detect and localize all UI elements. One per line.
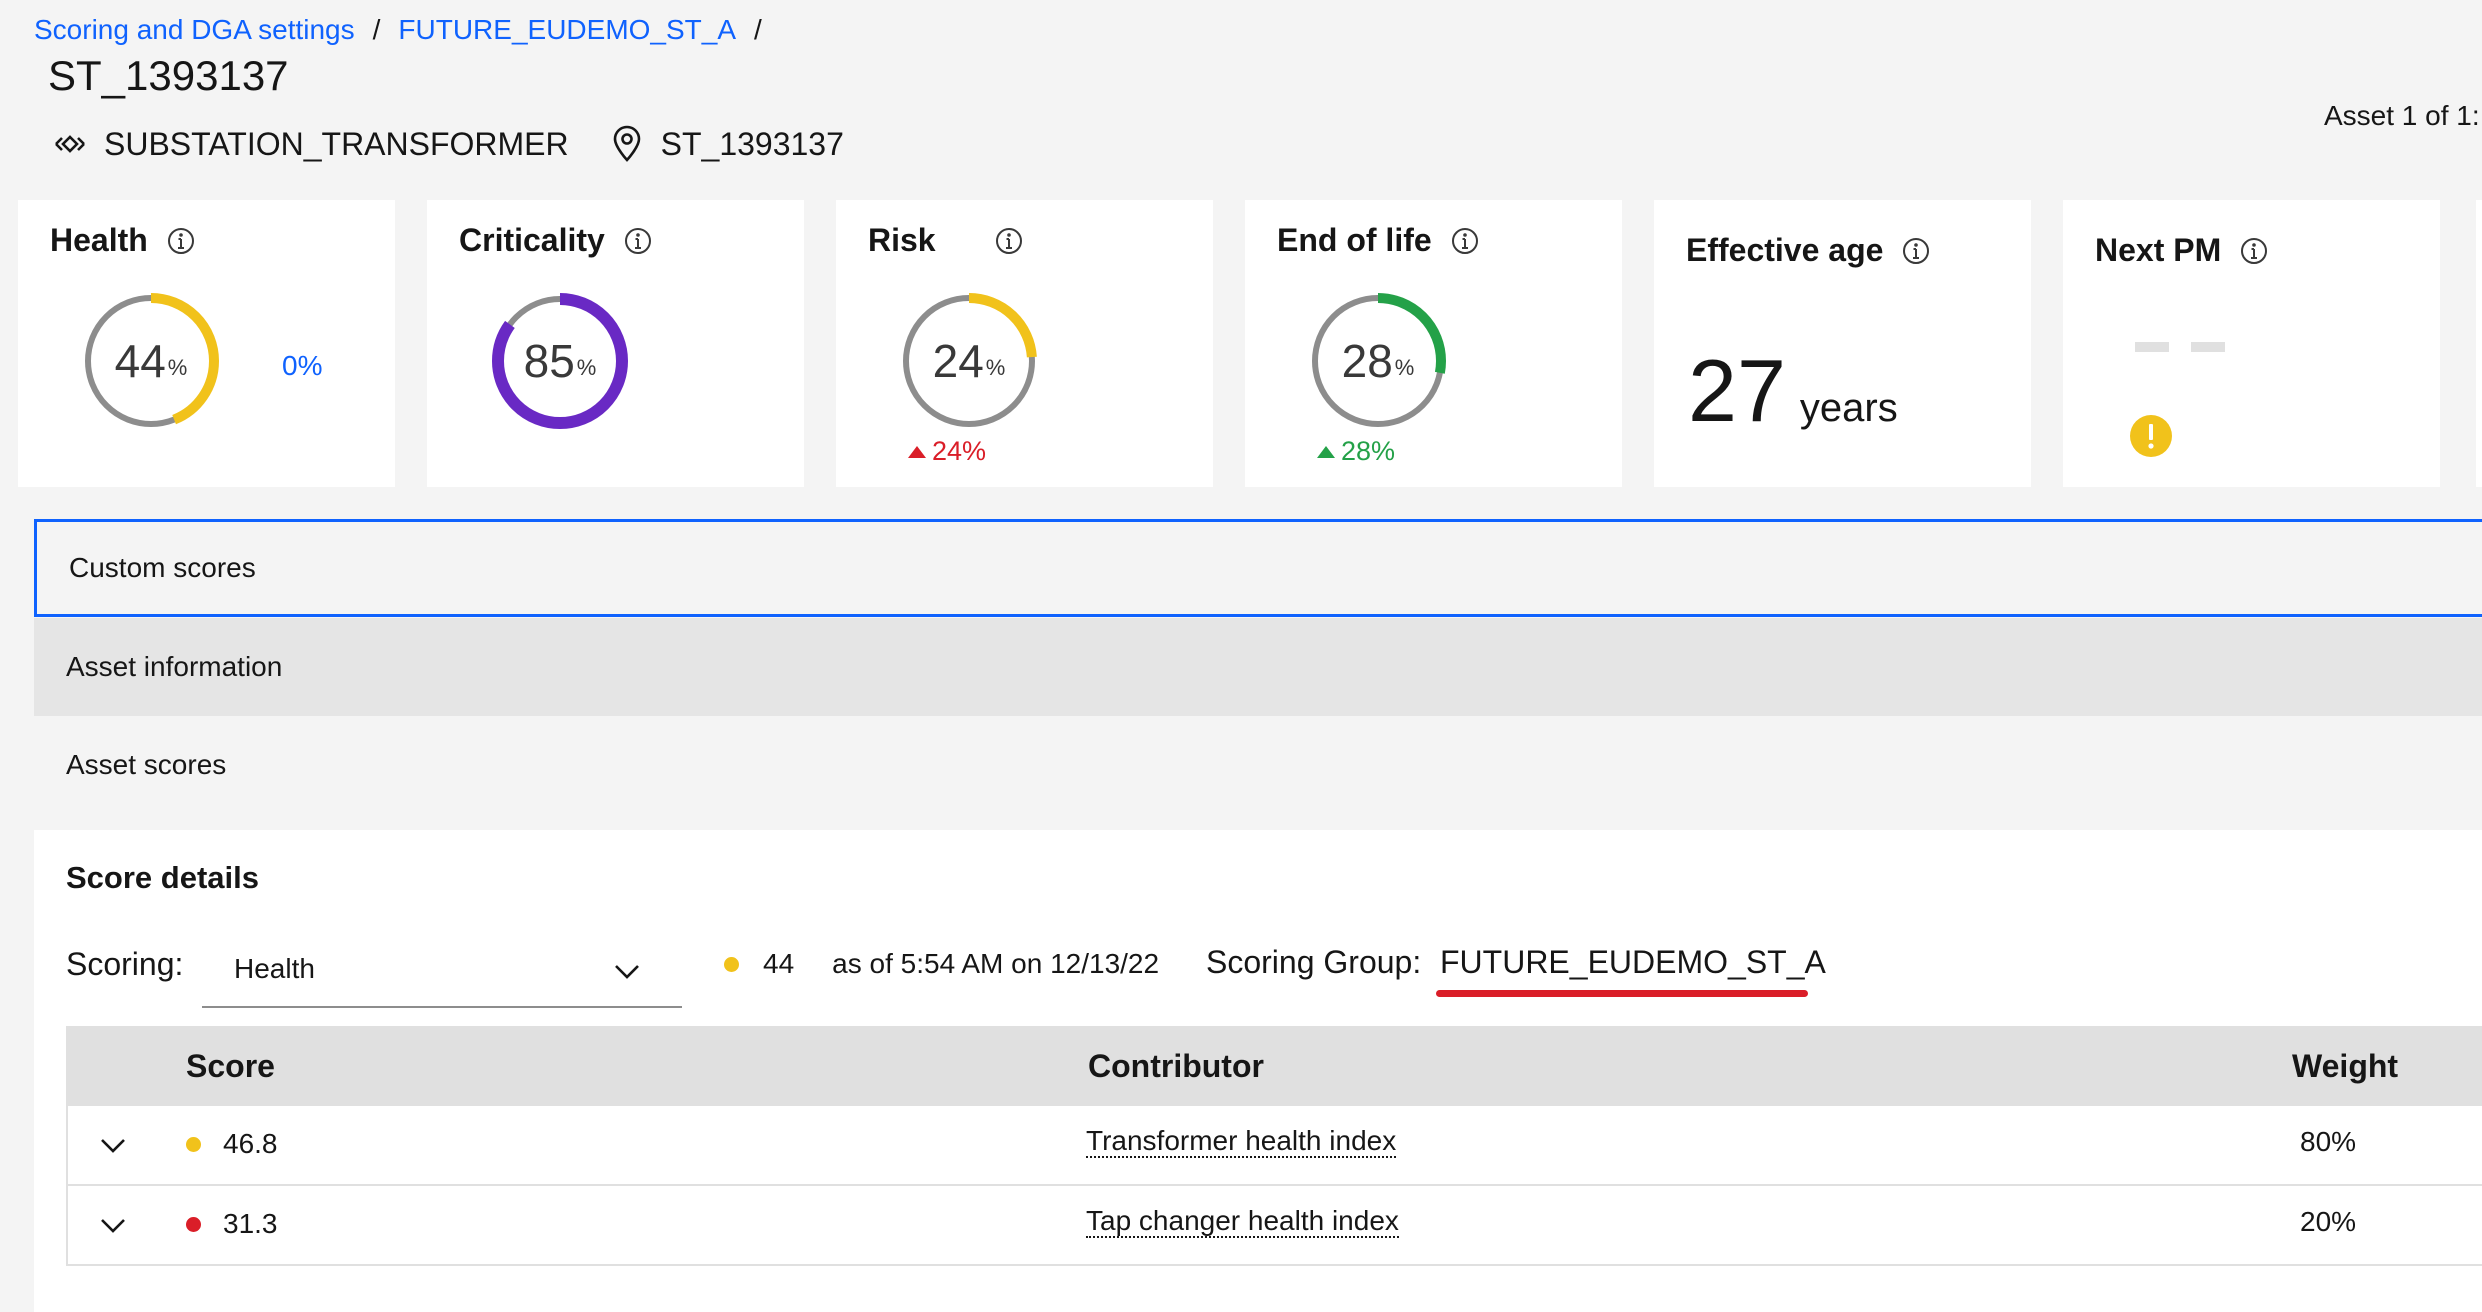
score-details-title: Score details [66, 860, 259, 895]
end-of-life-card: End of life 28% 28% [1245, 200, 1622, 487]
effective-age-unit: years [1799, 386, 1898, 430]
asset-information-section[interactable]: Asset information [34, 618, 2482, 716]
score-contributors-table: Score Contributor Weight 46.8 Transforme… [66, 1026, 2482, 1266]
expand-row-chevron-icon[interactable] [98, 1210, 128, 1240]
column-header-contributor[interactable]: Contributor [1088, 1048, 1264, 1085]
asset-type: SUBSTATION_TRANSFORMER [104, 125, 569, 162]
score-details-panel: Score details Scoring: Health 44 as of 5… [34, 830, 2482, 1312]
next-pm-title: Next PM [2095, 232, 2222, 268]
score-status-dot [724, 956, 739, 972]
scoring-group-value: FUTURE_EUDEMO_ST_A [1440, 944, 1826, 980]
criticality-card: Criticality 85% [427, 200, 804, 487]
next-pm-empty-value [2135, 342, 2225, 352]
risk-gauge: 24% [900, 292, 1038, 430]
asset-type-icon [50, 124, 90, 164]
risk-title: Risk [868, 222, 936, 258]
table-row: 31.3 Tap changer health index 20% [66, 1186, 2482, 1266]
row-score: 46.8 [223, 1128, 278, 1159]
table-header: Score Contributor Weight [66, 1026, 2482, 1106]
risk-delta: 24% [908, 436, 986, 467]
health-change: 0% [282, 350, 323, 381]
current-score: 44 as of 5:54 AM on 12/13/22 [724, 948, 1159, 980]
custom-scores-section[interactable]: Custom scores [34, 519, 2482, 617]
page-title: ST_1393137 [48, 52, 289, 99]
effective-age-title: Effective age [1686, 232, 1884, 268]
breadcrumb-separator: / [372, 14, 381, 45]
end-of-life-value: 28 [1341, 335, 1393, 387]
criticality-title: Criticality [459, 222, 605, 258]
next-card-edge [2476, 200, 2482, 487]
row-weight: 20% [2300, 1206, 2357, 1237]
effective-age-value: 27 years [1688, 340, 1898, 442]
risk-value: 24 [932, 335, 984, 387]
row-weight: 80% [2300, 1126, 2357, 1157]
expand-row-chevron-icon[interactable] [98, 1130, 128, 1160]
health-card: Health 44% 0% [18, 200, 395, 487]
health-gauge: 44% [82, 292, 220, 430]
end-of-life-delta: 28% [1317, 436, 1395, 467]
arrow-up-icon [1317, 445, 1335, 458]
breadcrumb-link-scoring-group[interactable]: FUTURE_EUDEMO_ST_A [398, 14, 736, 46]
table-row: 46.8 Transformer health index 80% [66, 1106, 2482, 1186]
warning-icon [2129, 414, 2173, 458]
asset-scores-section[interactable]: Asset scores [34, 716, 2482, 814]
scoring-group-label: Scoring Group: [1206, 944, 1422, 980]
end-of-life-gauge: 28% [1309, 292, 1447, 430]
scoring-selected-value: Health [234, 953, 315, 984]
effective-age-number: 27 [1688, 341, 1786, 440]
arrow-up-icon [908, 445, 926, 458]
end-of-life-title: End of life [1277, 222, 1432, 258]
contributor-link[interactable]: Tap changer health index [1086, 1206, 1399, 1238]
score-status-dot [186, 1216, 201, 1232]
breadcrumb-link-scoring-settings[interactable]: Scoring and DGA settings [34, 14, 355, 46]
effective-age-card: Effective age 27 years [1654, 200, 2031, 487]
kpi-cards: Health 44% 0% Criticality 85% Risk 24% 2… [18, 200, 2440, 487]
health-title: Health [50, 222, 148, 258]
info-icon[interactable] [994, 226, 1024, 256]
info-icon[interactable] [623, 226, 653, 256]
asset-location: ST_1393137 [660, 125, 844, 162]
risk-card: Risk 24% 24% [836, 200, 1213, 487]
column-header-score[interactable]: Score [186, 1048, 275, 1085]
row-score: 31.3 [223, 1208, 278, 1239]
asset-pagination: Asset 1 of 1: [2324, 100, 2480, 131]
criticality-gauge: 85% [491, 292, 629, 430]
score-timestamp: as of 5:54 AM on 12/13/22 [832, 948, 1160, 979]
breadcrumb-separator: / [754, 14, 762, 45]
location-icon [607, 124, 647, 164]
health-value: 44 [114, 335, 166, 387]
breadcrumb: Scoring and DGA settings / FUTURE_EUDEMO… [34, 14, 762, 46]
info-icon[interactable] [2239, 236, 2269, 266]
contributor-link[interactable]: Transformer health index [1086, 1126, 1397, 1158]
current-score-value: 44 [763, 948, 795, 979]
column-header-weight[interactable]: Weight [2292, 1048, 2398, 1085]
annotation-underline [1436, 990, 1808, 997]
scoring-label: Scoring: [66, 946, 184, 982]
score-status-dot [186, 1136, 201, 1152]
chevron-down-icon [612, 956, 642, 986]
scoring-dropdown[interactable]: Health [202, 932, 682, 1008]
info-icon[interactable] [1901, 236, 1931, 266]
asset-meta: SUBSTATION_TRANSFORMER ST_1393137 [50, 124, 844, 164]
criticality-value: 85 [523, 335, 575, 387]
info-icon[interactable] [1450, 226, 1480, 256]
info-icon[interactable] [166, 226, 196, 256]
next-pm-card: Next PM [2063, 200, 2440, 487]
